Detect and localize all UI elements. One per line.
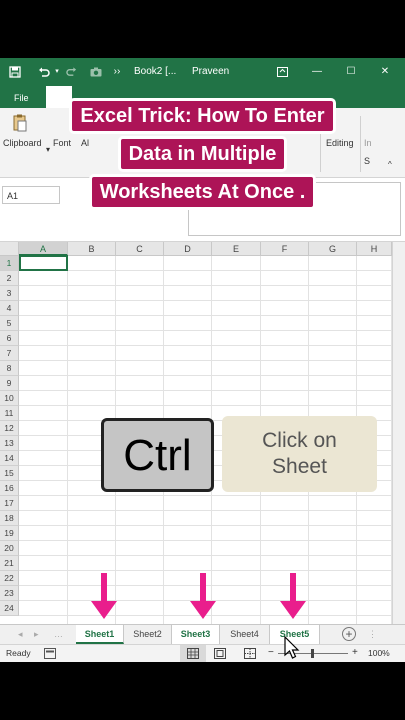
grid-line [19, 285, 392, 286]
row-header-5[interactable]: 5 [0, 316, 19, 331]
grid-line [19, 315, 392, 316]
column-header-c[interactable]: C [116, 242, 164, 256]
column-header-b[interactable]: B [68, 242, 116, 256]
grid-line [19, 540, 392, 541]
scroll-right-icon[interactable]: ▸ [34, 625, 46, 644]
vertical-scrollbar[interactable] [392, 242, 405, 624]
more-commands-icon[interactable]: ›› [110, 58, 124, 86]
document-title: Book2 [... [134, 66, 177, 77]
redo-icon [64, 58, 78, 86]
grid-line [19, 390, 392, 391]
hint-line-1: Click on [262, 429, 337, 452]
row-header-24[interactable]: 24 [0, 601, 19, 616]
sheet-tab-bar: ◂ ▸ … Sheet1 Sheet2 Sheet3 Sheet4 Sheet5… [0, 624, 405, 644]
sheet-tab-sheet4[interactable]: Sheet4 [220, 625, 270, 644]
page-break-view-button[interactable] [244, 648, 256, 659]
close-button[interactable]: ✕ [374, 58, 396, 86]
grid-line [19, 300, 392, 301]
grid-line [19, 570, 392, 571]
sheet-tab-sheet2[interactable]: Sheet2 [124, 625, 172, 644]
hint-line-2: Sheet [272, 455, 327, 478]
grid-line [19, 405, 392, 406]
row-header-20[interactable]: 20 [0, 541, 19, 556]
grid-line [19, 375, 392, 376]
grid-line [19, 555, 392, 556]
arrow-down-icon [190, 573, 216, 619]
column-header-g[interactable]: G [309, 242, 357, 256]
grid-line [19, 525, 392, 526]
minimize-button[interactable]: — [306, 58, 328, 86]
title-banner-line-2: Data in Multiple [0, 136, 405, 172]
row-header-4[interactable]: 4 [0, 301, 19, 316]
select-all-corner[interactable] [0, 242, 19, 256]
camera-icon [88, 58, 104, 86]
title-banner-line-1: Excel Trick: How To Enter [0, 98, 405, 134]
grid-line [67, 256, 68, 624]
zoom-out-button[interactable]: − [268, 647, 274, 658]
zoom-slider-handle[interactable] [311, 649, 314, 658]
tab-split-handle[interactable]: ⋮ [368, 625, 377, 644]
more-sheets-icon[interactable]: … [54, 625, 64, 644]
row-header-18[interactable]: 18 [0, 511, 19, 526]
click-on-sheet-hint: Click on Sheet [222, 416, 377, 492]
row-header-8[interactable]: 8 [0, 361, 19, 376]
grid-line [19, 330, 392, 331]
chevron-down-icon[interactable]: ▾ [52, 58, 62, 86]
row-header-23[interactable]: 23 [0, 586, 19, 601]
mouse-cursor-icon [284, 636, 300, 659]
column-header-d[interactable]: D [164, 242, 212, 256]
row-header-17[interactable]: 17 [0, 496, 19, 511]
title-banner-line-3: Worksheets At Once . [0, 174, 405, 210]
page-layout-view-button[interactable] [214, 648, 226, 659]
scroll-left-icon[interactable]: ◂ [18, 625, 30, 644]
row-header-12[interactable]: 12 [0, 421, 19, 436]
row-header-10[interactable]: 10 [0, 391, 19, 406]
row-header-11[interactable]: 11 [0, 406, 19, 421]
zoom-in-button[interactable]: + [352, 647, 358, 658]
column-header-e[interactable]: E [212, 242, 261, 256]
row-header-7[interactable]: 7 [0, 346, 19, 361]
row-header-19[interactable]: 19 [0, 526, 19, 541]
row-header-16[interactable]: 16 [0, 481, 19, 496]
row-header-3[interactable]: 3 [0, 286, 19, 301]
macro-record-icon[interactable] [44, 648, 56, 659]
arrow-down-icon [280, 573, 306, 619]
normal-view-button[interactable] [180, 645, 206, 662]
row-header-6[interactable]: 6 [0, 331, 19, 346]
grid-line [19, 270, 392, 271]
row-header-14[interactable]: 14 [0, 451, 19, 466]
ribbon-display-icon[interactable] [274, 58, 290, 86]
sheet-tab-sheet3[interactable]: Sheet3 [172, 625, 220, 644]
row-header-22[interactable]: 22 [0, 571, 19, 586]
row-header-15[interactable]: 15 [0, 466, 19, 481]
column-header-h[interactable]: H [357, 242, 392, 256]
row-header-13[interactable]: 13 [0, 436, 19, 451]
maximize-button[interactable]: ☐ [340, 58, 362, 86]
column-header-a[interactable]: A [19, 242, 68, 256]
status-ready: Ready [6, 648, 31, 658]
save-icon[interactable] [6, 58, 24, 86]
ctrl-key-graphic: Ctrl [101, 418, 214, 492]
status-bar: Ready − + 100% [0, 644, 405, 662]
row-header-1[interactable]: 1 [0, 256, 19, 271]
grid-line [19, 360, 392, 361]
add-sheet-icon[interactable]: + [342, 627, 356, 641]
row-header-21[interactable]: 21 [0, 556, 19, 571]
sheet-tab-sheet1[interactable]: Sheet1 [76, 625, 124, 644]
zoom-level[interactable]: 100% [368, 648, 390, 658]
row-header-9[interactable]: 9 [0, 376, 19, 391]
user-name[interactable]: Praveen Sharma [192, 58, 262, 105]
undo-icon[interactable] [36, 58, 52, 86]
grid-line [19, 345, 392, 346]
title-bar: ▾ ›› Book2 [... Praveen Sharma — ☐ ✕ [0, 58, 405, 105]
grid-line [19, 495, 392, 496]
column-header-f[interactable]: F [261, 242, 309, 256]
arrow-down-icon [91, 573, 117, 619]
row-header-2[interactable]: 2 [0, 271, 19, 286]
active-cell-a1[interactable] [19, 255, 68, 271]
grid-line [19, 510, 392, 511]
